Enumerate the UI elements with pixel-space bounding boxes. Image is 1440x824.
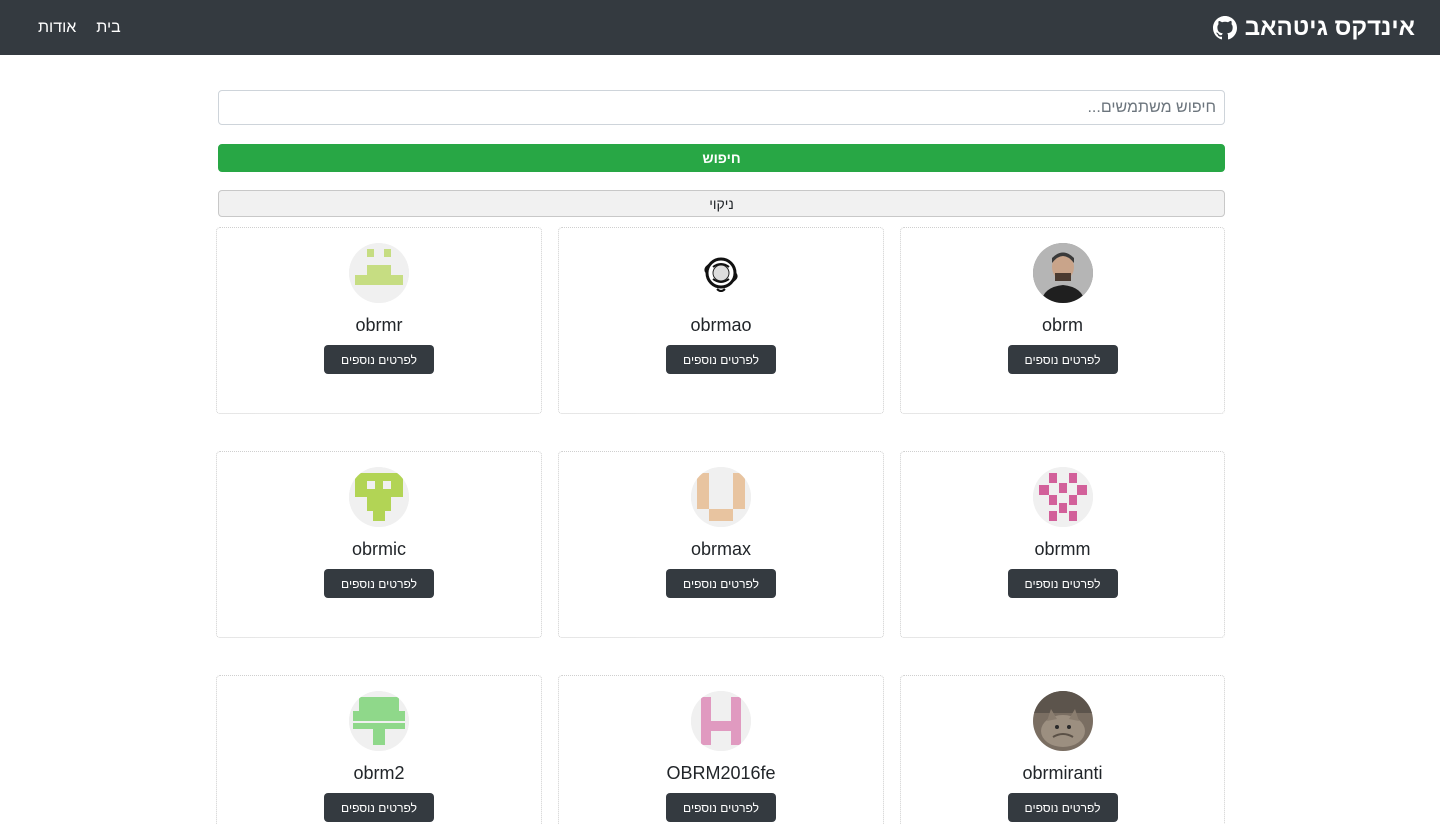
- more-details-button[interactable]: לפרטים נוספים: [666, 569, 776, 598]
- brand[interactable]: אינדקס גיטהאב: [1212, 0, 1415, 55]
- more-details-button[interactable]: לפרטים נוספים: [1007, 345, 1118, 374]
- username: obrm2: [353, 763, 405, 783]
- nav-link-about[interactable]: אודות: [38, 19, 76, 37]
- more-details-button[interactable]: לפרטים נוספים: [324, 345, 434, 374]
- more-details-button[interactable]: לפרטים נוספים: [324, 793, 434, 822]
- photo-portrait-icon: [1032, 243, 1093, 303]
- identicon-pink-icon: [1032, 467, 1093, 527]
- identicon-mint-icon: [349, 691, 409, 751]
- more-details-button[interactable]: לפרטים נוספים: [1007, 793, 1118, 822]
- user-card: OBRM2016fe לפרטים נוספים: [558, 675, 884, 824]
- more-details-button[interactable]: לפרטים נוספים: [324, 569, 434, 598]
- username: obrm: [1041, 315, 1083, 335]
- user-card: obrmic לפרטים נוספים: [216, 451, 542, 638]
- more-details-button[interactable]: לפרטים נוספים: [666, 793, 776, 822]
- identicon-lime-icon: [349, 467, 409, 527]
- user-card: obrmm לפרטים נוספים: [900, 451, 1225, 638]
- user-card: obrmao לפרטים נוספים: [558, 227, 884, 414]
- ornament-icon: [691, 243, 751, 303]
- nav-link-home[interactable]: בית: [96, 19, 120, 37]
- search-input[interactable]: [218, 90, 1225, 125]
- identicon-rose-icon: [691, 691, 751, 751]
- user-card: obrmax לפרטים נוספים: [558, 451, 884, 638]
- more-details-button[interactable]: לפרטים נוספים: [666, 345, 776, 374]
- identicon-peach-icon: [691, 467, 751, 527]
- user-results-grid: obrm לפרטים נוספים obrmao לפרטים נוספים: [216, 227, 1225, 824]
- photo-cat-icon: [1032, 691, 1093, 751]
- more-details-button[interactable]: לפרטים נוספים: [1007, 569, 1118, 598]
- username: obrmiranti: [1022, 763, 1103, 783]
- username: obrmm: [1034, 539, 1091, 559]
- top-navbar: אינדקס גיטהאב אודות בית: [0, 0, 1440, 55]
- user-card: obrm לפרטים נוספים: [900, 227, 1225, 414]
- identicon-green-icon: [349, 243, 409, 303]
- username: obrmax: [690, 539, 752, 559]
- username: obrmr: [355, 315, 403, 335]
- brand-title: אינדקס גיטהאב: [1244, 13, 1415, 41]
- user-card: obrm2 לפרטים נוספים: [216, 675, 542, 824]
- clear-button[interactable]: ניקוי: [218, 190, 1225, 217]
- username: obrmic: [351, 539, 406, 559]
- github-icon: [1212, 15, 1237, 40]
- user-card: obrmr לפרטים נוספים: [216, 227, 542, 414]
- user-card: obrmiranti לפרטים נוספים: [900, 675, 1225, 824]
- username: obrmao: [690, 315, 752, 335]
- nav-links: אודות בית: [38, 0, 121, 55]
- username: OBRM2016fe: [666, 763, 776, 783]
- search-button[interactable]: חיפוש: [218, 144, 1225, 172]
